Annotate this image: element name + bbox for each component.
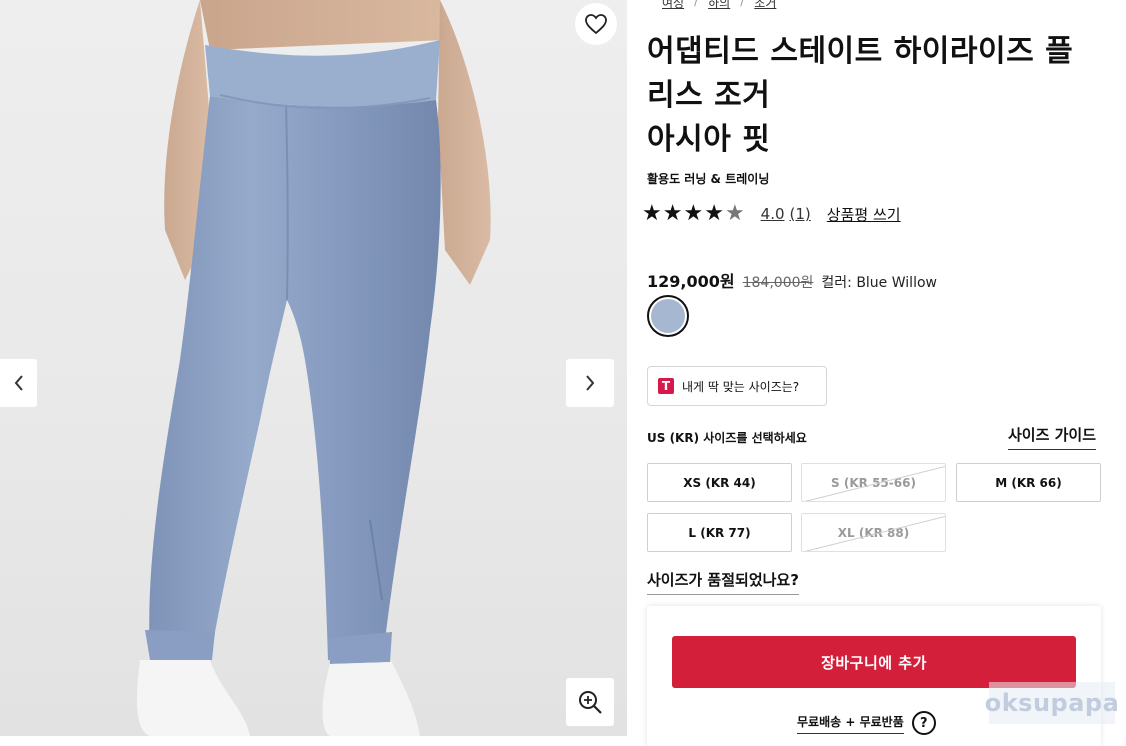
activity-label: 활용도 러닝 & 트레이닝 <box>647 172 770 186</box>
star-icon: ★ <box>642 201 662 226</box>
size-option-label: S (KR 55-66) <box>831 475 916 490</box>
product-image <box>137 0 491 736</box>
zoom-button[interactable] <box>566 678 614 726</box>
sale-price: 129,000원 <box>647 272 735 291</box>
color-label: 컬러: Blue Willow <box>821 275 937 291</box>
rating-count[interactable]: (1) <box>790 205 811 223</box>
size-soldout-link[interactable]: 사이즈가 품절되었나요? <box>647 569 799 595</box>
price-row: 129,000원 184,000원 컬러: Blue Willow <box>647 268 937 292</box>
product-title-line: 아시아 핏 <box>647 122 771 157</box>
product-title-line: 어댑티드 스테이트 하이라이즈 플 <box>647 34 1074 69</box>
size-option-label: XS (KR 44) <box>683 475 756 490</box>
star-icon: ★ <box>662 201 683 226</box>
size-option-l[interactable]: L (KR 77) <box>647 513 792 552</box>
size-option-xs[interactable]: XS (KR 44) <box>647 463 792 502</box>
rating-value[interactable]: 4.0 <box>761 205 785 223</box>
breadcrumb-separator: / <box>740 0 745 8</box>
fit-finder-logo-icon: T <box>658 378 674 394</box>
add-to-cart-card: 장바구니에 추가 무료배송 + 무료반품 ? <box>647 606 1101 746</box>
rating-stars: ★ ★ ★ ★ ★ <box>642 203 745 225</box>
zoom-in-icon <box>579 691 602 714</box>
chevron-right-icon <box>586 375 595 391</box>
product-title: 어댑티드 스테이트 하이라이즈 플 리스 조거 아시아 핏 <box>647 30 1117 162</box>
breadcrumb-item[interactable]: 여성 <box>662 0 684 11</box>
breadcrumb-item[interactable]: 조거 <box>754 0 776 11</box>
add-to-cart-button[interactable]: 장바구니에 추가 <box>672 636 1076 688</box>
chevron-left-icon <box>14 375 23 391</box>
right-edge <box>1114 0 1126 736</box>
watermark: oksupapa <box>985 682 1119 724</box>
write-review-link[interactable]: 상품평 쓰기 <box>827 204 901 225</box>
color-swatch[interactable] <box>647 295 689 337</box>
product-gallery <box>0 0 627 736</box>
next-image-button[interactable] <box>566 359 614 407</box>
breadcrumb-separator: / <box>694 0 699 8</box>
star-empty-icon: ★ <box>724 201 745 226</box>
shipping-label[interactable]: 무료배송 + 무료반품 <box>797 713 904 734</box>
size-option-m[interactable]: M (KR 66) <box>956 463 1101 502</box>
size-option-xl[interactable]: XL (KR 88) <box>801 513 946 552</box>
heart-icon <box>585 14 607 35</box>
size-option-label: M (KR 66) <box>995 475 1062 490</box>
size-option-s[interactable]: S (KR 55-66) <box>801 463 946 502</box>
star-icon: ★ <box>704 201 724 226</box>
help-icon[interactable]: ? <box>911 711 936 735</box>
breadcrumb-item[interactable]: 하의 <box>708 0 730 11</box>
color-swatch-fill <box>651 299 685 333</box>
wishlist-button[interactable] <box>575 3 617 45</box>
product-info-panel: 여성 / 하의 / 조거 어댑티드 스테이트 하이라이즈 플 리스 조거 아시아… <box>627 0 1126 746</box>
prev-image-button[interactable] <box>0 359 37 407</box>
rating-row: ★ ★ ★ ★ ★ 4.0 (1) 상품평 쓰기 <box>642 203 901 225</box>
size-guide-link[interactable]: 사이즈 가이드 <box>1008 424 1097 450</box>
fit-finder-label: 내게 딱 맞는 사이즈는? <box>682 379 800 394</box>
product-title-line: 리스 조거 <box>647 78 771 113</box>
fit-finder-button[interactable]: T 내게 딱 맞는 사이즈는? <box>647 366 827 406</box>
breadcrumb: 여성 / 하의 / 조거 <box>662 0 776 11</box>
size-select-label: US (KR) 사이즈를 선택하세요 <box>647 431 807 445</box>
shipping-info: 무료배송 + 무료반품 ? <box>797 711 936 735</box>
star-icon: ★ <box>683 201 704 226</box>
original-price: 184,000원 <box>742 275 814 291</box>
size-option-label: L (KR 77) <box>688 525 751 540</box>
